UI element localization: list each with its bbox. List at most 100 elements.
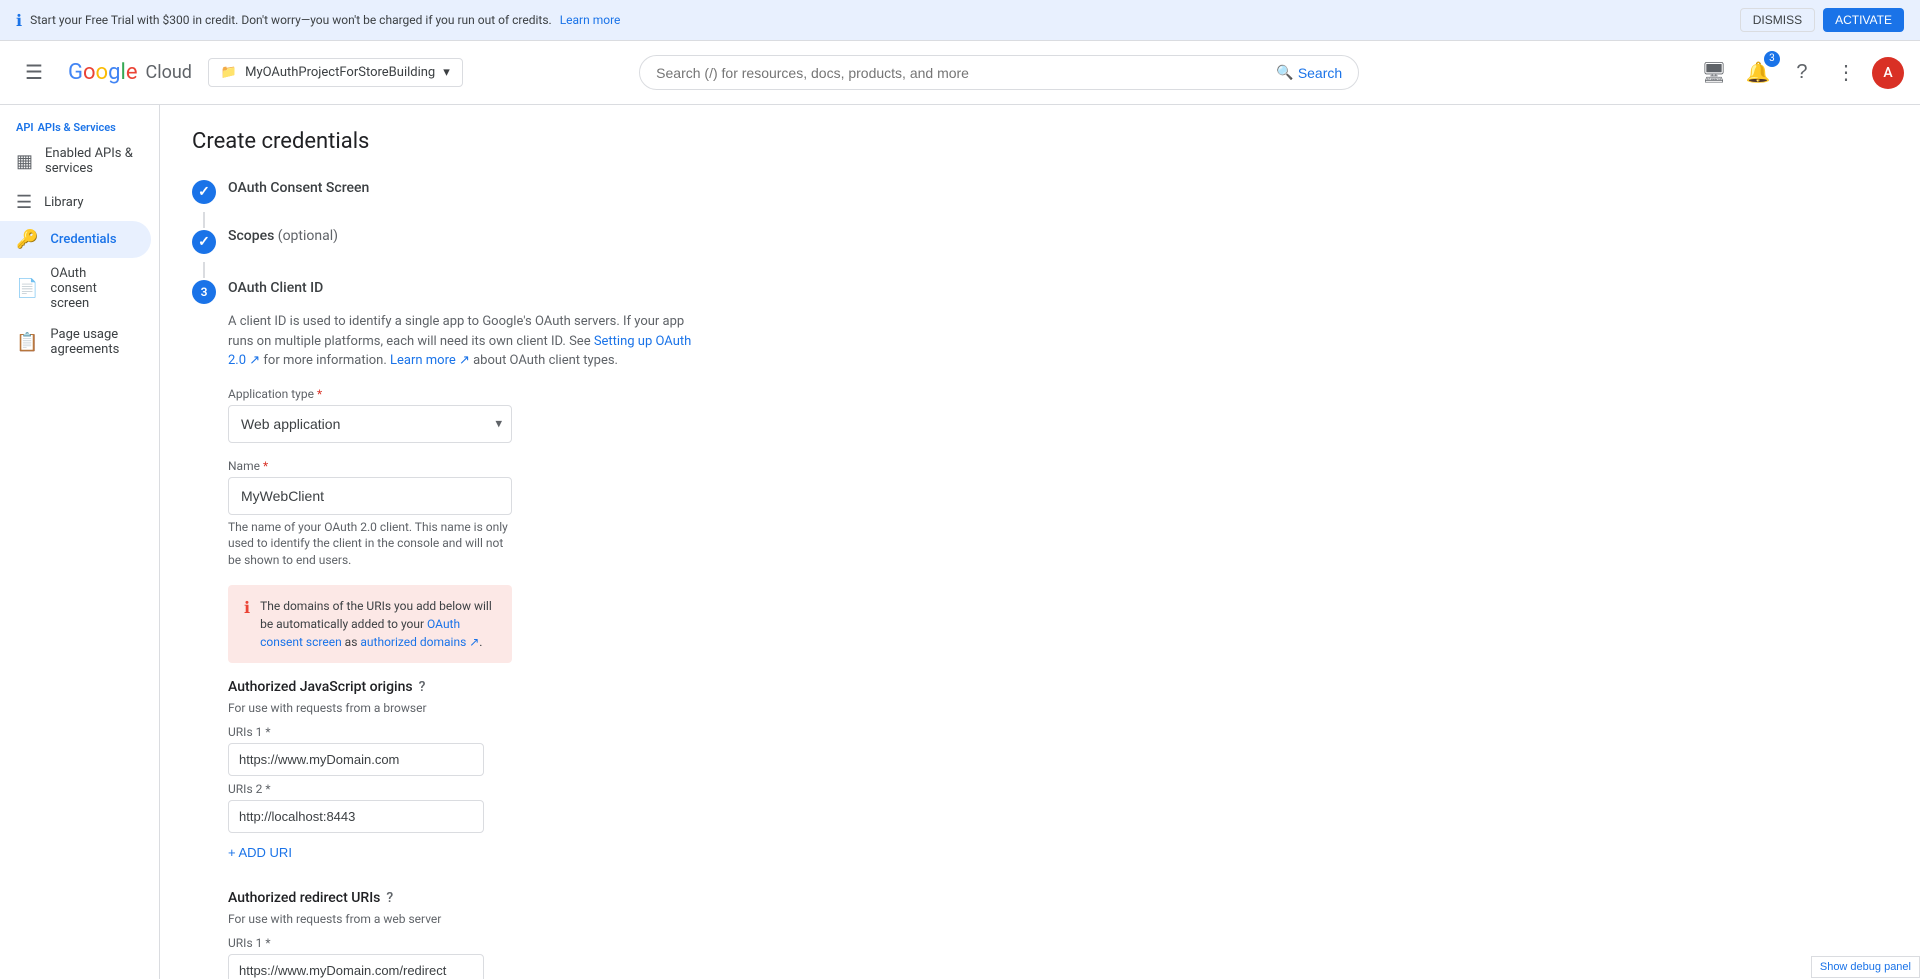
search-input[interactable] bbox=[656, 65, 1268, 81]
search-button[interactable]: 🔍 Search bbox=[1276, 64, 1342, 81]
google-cloud-logo: Google Cloud bbox=[68, 60, 192, 85]
debug-panel-toggle[interactable]: Show debug panel bbox=[1811, 956, 1920, 978]
sidebar-item-page-usage[interactable]: 📋 Page usage agreements bbox=[0, 319, 151, 365]
authorized-js-title-text: Authorized JavaScript origins bbox=[228, 679, 413, 695]
chevron-down-icon: ▾ bbox=[443, 65, 450, 80]
api-label: API APIs & Services bbox=[0, 113, 159, 138]
redirect-help-icon[interactable]: ? bbox=[386, 890, 393, 906]
display-icon-button[interactable]: 🖥 bbox=[1696, 55, 1732, 91]
logo-text: Google bbox=[68, 60, 137, 85]
header-right: 🖥 🔔 3 ? ⋮ A bbox=[1696, 55, 1904, 91]
api-icon: API bbox=[16, 121, 34, 134]
services-label: APIs & Services bbox=[38, 121, 116, 134]
avatar[interactable]: A bbox=[1872, 57, 1904, 89]
sidebar-item-page-usage-label: Page usage agreements bbox=[50, 327, 135, 357]
banner-learn-more-link[interactable]: Learn more bbox=[560, 13, 621, 27]
authorized-redirect-title-text: Authorized redirect URIs bbox=[228, 890, 380, 906]
sidebar-item-credentials[interactable]: 🔑 Credentials bbox=[0, 221, 151, 258]
banner-actions: DISMISS ACTIVATE bbox=[1740, 8, 1904, 32]
step1-label: OAuth Consent Screen bbox=[228, 178, 369, 196]
name-field-hint: The name of your OAuth 2.0 client. This … bbox=[228, 519, 512, 569]
js-uri1-row bbox=[228, 743, 484, 776]
hamburger-menu-button[interactable]: ☰ bbox=[16, 55, 52, 91]
sidebar-item-library-label: Library bbox=[44, 195, 83, 210]
main-content: Create credentials ✓ OAuth Consent Scree… bbox=[160, 105, 1920, 979]
info-box: ℹ The domains of the URIs you add below … bbox=[228, 585, 512, 663]
name-field-label: Name * bbox=[228, 459, 512, 473]
step-oauth-consent: ✓ OAuth Consent Screen bbox=[192, 178, 1888, 204]
authorized-redirect-uris-section: Authorized redirect URIs ? For use with … bbox=[228, 890, 1888, 979]
js-uri1-label: URIs 1 * bbox=[228, 725, 1888, 739]
sidebar-item-credentials-label: Credentials bbox=[50, 232, 116, 247]
top-banner: ℹ Start your Free Trial with $300 in cre… bbox=[0, 0, 1920, 41]
js-uri1-input[interactable] bbox=[228, 743, 484, 776]
cloud-label: Cloud bbox=[145, 62, 191, 83]
credentials-icon: 🔑 bbox=[16, 229, 38, 250]
sidebar-item-oauth-consent[interactable]: 📄 OAuth consent screen bbox=[0, 258, 151, 319]
authorized-js-title: Authorized JavaScript origins ? bbox=[228, 679, 1888, 695]
step3-indicator: 3 bbox=[192, 280, 216, 304]
application-type-field: Application type * Web application Deskt… bbox=[228, 387, 512, 443]
info-icon: ℹ bbox=[16, 11, 22, 30]
step2-label: Scopes bbox=[228, 226, 278, 244]
authorized-redirect-title: Authorized redirect URIs ? bbox=[228, 890, 1888, 906]
learn-more-link[interactable]: Learn more ↗ bbox=[390, 353, 470, 368]
more-options-button[interactable]: ⋮ bbox=[1828, 55, 1864, 91]
sidebar-item-library[interactable]: ☰ Library bbox=[0, 184, 151, 221]
notifications-button[interactable]: 🔔 3 bbox=[1740, 55, 1776, 91]
client-id-description: A client ID is used to identify a single… bbox=[228, 312, 708, 371]
step1-indicator: ✓ bbox=[192, 180, 216, 204]
step2-optional: (optional) bbox=[278, 228, 338, 244]
js-uri2-input[interactable] bbox=[228, 800, 484, 833]
checkmark-icon-2: ✓ bbox=[198, 234, 210, 250]
name-required-star: * bbox=[263, 459, 268, 473]
project-name: MyOAuthProjectForStoreBuilding bbox=[245, 65, 435, 80]
name-field-container: Name * The name of your OAuth 2.0 client… bbox=[228, 459, 512, 569]
page-usage-icon: 📋 bbox=[16, 332, 38, 353]
sidebar-item-oauth-consent-label: OAuth consent screen bbox=[50, 266, 135, 311]
required-star: * bbox=[317, 387, 322, 401]
js-uri2-row bbox=[228, 800, 484, 833]
name-label-text: Name bbox=[228, 459, 260, 473]
add-js-uri-button[interactable]: + ADD URI bbox=[228, 839, 292, 866]
redirect-uri1-input[interactable] bbox=[228, 954, 484, 979]
activate-button[interactable]: ACTIVATE bbox=[1823, 8, 1904, 32]
step3-label: OAuth Client ID bbox=[228, 278, 323, 296]
header: ☰ Google Cloud 📁 MyOAuthProjectForStoreB… bbox=[0, 41, 1920, 105]
app-type-label-text: Application type bbox=[228, 387, 314, 401]
library-icon: ☰ bbox=[16, 192, 32, 213]
sidebar-item-enabled-apis[interactable]: ▦ Enabled APIs & services bbox=[0, 138, 151, 184]
step2-indicator: ✓ bbox=[192, 230, 216, 254]
sidebar: API APIs & Services ▦ Enabled APIs & ser… bbox=[0, 105, 160, 979]
authorized-js-description: For use with requests from a browser bbox=[228, 701, 1888, 715]
dismiss-button[interactable]: DISMISS bbox=[1740, 8, 1815, 32]
js-uri2-label: URIs 2 * bbox=[228, 782, 1888, 796]
search-label: Search bbox=[1298, 65, 1342, 81]
info-box-content: The domains of the URIs you add below wi… bbox=[260, 597, 496, 651]
step-scopes: ✓ Scopes (optional) bbox=[192, 228, 1888, 254]
name-input[interactable] bbox=[228, 477, 512, 515]
folder-icon: 📁 bbox=[221, 65, 237, 80]
application-type-select-wrapper: Web application Desktop app Android iOS … bbox=[228, 405, 512, 443]
redirect-uri1-label: URIs 1 * bbox=[228, 936, 1888, 950]
js-uri2-container: URIs 2 * bbox=[228, 782, 1888, 833]
project-selector[interactable]: 📁 MyOAuthProjectForStoreBuilding ▾ bbox=[208, 58, 463, 87]
notification-count: 3 bbox=[1764, 51, 1780, 67]
js-uri1-container: URIs 1 * bbox=[228, 725, 1888, 776]
checkmark-icon: ✓ bbox=[198, 184, 210, 200]
authorized-domains-link[interactable]: authorized domains ↗ bbox=[360, 635, 479, 649]
form-section: A client ID is used to identify a single… bbox=[228, 312, 1888, 979]
step-connector-2 bbox=[203, 262, 205, 278]
layout: API APIs & Services ▦ Enabled APIs & ser… bbox=[0, 105, 1920, 979]
step3-number: 3 bbox=[201, 285, 208, 299]
redirect-uri1-row bbox=[228, 954, 484, 979]
application-type-select[interactable]: Web application Desktop app Android iOS bbox=[228, 405, 512, 443]
search-bar: 🔍 Search bbox=[639, 55, 1359, 90]
search-icon: 🔍 bbox=[1276, 64, 1293, 81]
banner-text: Start your Free Trial with $300 in credi… bbox=[30, 13, 552, 27]
help-button[interactable]: ? bbox=[1784, 55, 1820, 91]
authorized-js-origins-section: Authorized JavaScript origins ? For use … bbox=[228, 679, 1888, 866]
js-help-icon[interactable]: ? bbox=[419, 679, 426, 695]
oauth-consent-icon: 📄 bbox=[16, 278, 38, 299]
redirect-uri1-container: URIs 1 * bbox=[228, 936, 1888, 979]
